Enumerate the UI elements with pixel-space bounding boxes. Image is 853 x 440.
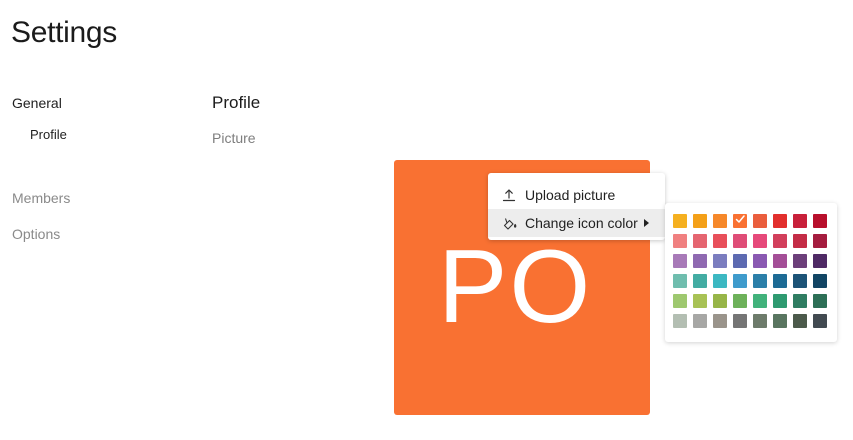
color-swatch[interactable] (733, 254, 747, 268)
color-swatch[interactable] (753, 234, 767, 248)
color-palette (665, 203, 837, 342)
color-swatch[interactable] (733, 314, 747, 328)
color-swatch[interactable] (713, 234, 727, 248)
color-swatch[interactable] (753, 254, 767, 268)
palette-row (673, 294, 837, 314)
avatar-context-menu: Upload picture Change icon color (488, 173, 665, 240)
sidebar-item-profile[interactable]: Profile (30, 127, 67, 142)
color-swatch[interactable] (693, 274, 707, 288)
color-swatch[interactable] (793, 274, 807, 288)
color-swatch[interactable] (793, 234, 807, 248)
palette-row (673, 234, 837, 254)
color-swatch[interactable] (713, 214, 727, 228)
color-swatch[interactable] (773, 214, 787, 228)
color-swatch[interactable] (813, 294, 827, 308)
color-swatch[interactable] (773, 294, 787, 308)
color-swatch[interactable] (793, 214, 807, 228)
color-swatch[interactable] (793, 254, 807, 268)
color-swatch[interactable] (813, 274, 827, 288)
color-swatch[interactable] (773, 314, 787, 328)
color-swatch[interactable] (713, 314, 727, 328)
color-swatch[interactable] (813, 314, 827, 328)
color-swatch[interactable] (673, 274, 687, 288)
section-title: Profile (212, 93, 261, 112)
color-swatch[interactable] (753, 294, 767, 308)
color-swatch[interactable] (753, 274, 767, 288)
upload-picture-label: Upload picture (525, 187, 616, 203)
sidebar-item-options[interactable]: Options (12, 226, 60, 242)
color-swatch[interactable] (813, 214, 827, 228)
upload-icon (501, 187, 517, 203)
sidebar-item-general[interactable]: General (12, 95, 62, 111)
sidebar-item-members[interactable]: Members (12, 190, 70, 206)
palette-row (673, 214, 837, 234)
color-swatch[interactable] (813, 234, 827, 248)
palette-row (673, 314, 837, 334)
color-swatch[interactable] (733, 294, 747, 308)
avatar-initials: PO (438, 229, 593, 345)
picture-label: Picture (212, 130, 256, 146)
change-icon-color-label: Change icon color (525, 215, 638, 231)
color-swatch[interactable] (673, 234, 687, 248)
palette-row (673, 274, 837, 294)
checkmark-icon (735, 215, 745, 223)
paint-bucket-icon (501, 215, 517, 231)
color-swatch[interactable] (673, 214, 687, 228)
color-swatch[interactable] (773, 274, 787, 288)
color-swatch[interactable] (673, 294, 687, 308)
color-swatch[interactable] (673, 314, 687, 328)
color-swatch[interactable] (753, 314, 767, 328)
palette-row (673, 254, 837, 274)
color-swatch[interactable] (693, 314, 707, 328)
color-swatch[interactable] (693, 294, 707, 308)
color-swatch[interactable] (713, 294, 727, 308)
color-swatch[interactable] (753, 214, 767, 228)
color-swatch[interactable] (693, 234, 707, 248)
color-swatch[interactable] (773, 254, 787, 268)
change-icon-color-menu-item[interactable]: Change icon color (488, 209, 665, 237)
color-swatch[interactable] (773, 234, 787, 248)
upload-picture-menu-item[interactable]: Upload picture (488, 181, 665, 209)
color-swatch[interactable] (793, 314, 807, 328)
color-swatch[interactable] (673, 254, 687, 268)
color-swatch[interactable] (793, 294, 807, 308)
color-swatch[interactable] (733, 234, 747, 248)
color-swatch[interactable] (693, 214, 707, 228)
color-swatch[interactable] (713, 274, 727, 288)
color-swatch[interactable] (733, 274, 747, 288)
color-swatch-selected[interactable] (733, 214, 747, 228)
color-swatch[interactable] (813, 254, 827, 268)
submenu-arrow-icon (644, 219, 649, 227)
page-title: Settings (11, 16, 117, 49)
color-swatch[interactable] (693, 254, 707, 268)
color-swatch[interactable] (713, 254, 727, 268)
